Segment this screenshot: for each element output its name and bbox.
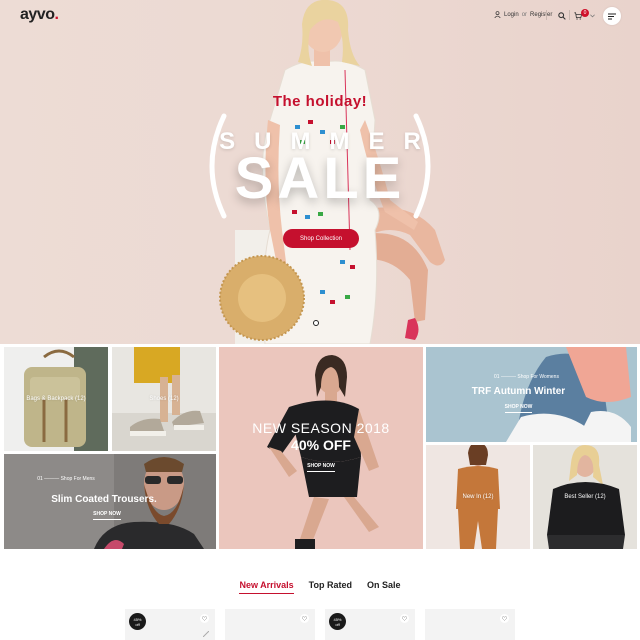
banner-eyebrow: 01 ——— Shop For Womens [494,374,559,380]
banner-title: Slim Coated Trousers. [51,494,157,505]
banner-label: Bags & Backpack (12) [26,396,86,402]
chevron-down-icon[interactable] [590,14,595,18]
menu-icon [608,13,616,19]
search-button[interactable] [555,9,569,23]
wishlist-button[interactable] [500,614,509,623]
tab-new-arrivals[interactable]: New Arrivals [239,580,294,594]
user-icon [494,11,501,18]
banner-label: Shoes (12) [149,396,179,402]
shop-collection-button[interactable]: Shop Collection [283,229,359,248]
site-header: ayvo. Login or Register 0 [0,0,640,32]
banner-label: Best Seller (12) [564,494,606,500]
banner-subtitle: 40% OFF [291,437,351,453]
shop-now-link[interactable]: SHOP NOW [4,511,213,520]
hero-slider: ayvo. Login or Register 0 The holiday! S… [0,0,640,344]
compare-icon[interactable] [203,631,209,637]
banner-eyebrow: 01 ——— Shop For Mens [37,476,95,482]
or-text: or [521,11,528,18]
product-card[interactable]: 45% off [125,609,215,640]
banner-new-season[interactable]: NEW SEASON 2018 40% OFF SHOP NOW [219,347,423,549]
menu-button[interactable] [603,7,621,25]
header-divider [569,10,570,20]
wishlist-button[interactable] [400,614,409,623]
cart-count-badge: 0 [581,9,589,17]
wishlist-button[interactable] [200,614,209,623]
login-link[interactable]: Login [504,12,519,18]
tab-top-rated[interactable]: Top Rated [309,580,352,594]
banner-title: NEW SEASON 2018 [252,420,390,436]
banner-best-seller[interactable]: Best Seller (12) [533,445,637,549]
slider-dot[interactable] [313,320,319,326]
shop-now-link[interactable]: SHOP NOW [219,463,423,472]
banner-title: TRF Autumn Winter [471,386,566,397]
banner-womens-trf[interactable]: 01 ——— Shop For Womens TRF Autumn Winter… [426,347,637,442]
shop-now-link[interactable]: SHOP NOW [426,404,624,413]
product-card[interactable] [425,609,515,640]
banner-mens-trousers[interactable]: 01 ——— Shop For Mens Slim Coated Trouser… [4,454,216,549]
page: ayvo. Login or Register 0 The holiday! S… [0,0,640,640]
site-logo[interactable]: ayvo. [20,6,59,24]
banner-shoes[interactable]: Shoes (12) [112,347,216,451]
search-icon [558,12,566,20]
hero-kicker: The holiday! [272,93,368,110]
discount-badge: 45% off [329,613,346,630]
banner-new-in[interactable]: New In (12) [426,445,530,549]
login-register-link[interactable]: Login or Register [494,11,552,18]
register-link[interactable]: Register [530,12,552,18]
discount-badge: 45% off [129,613,146,630]
hero-title-line2: SALE [234,146,406,211]
heart-icon [302,616,307,621]
header-divider [546,10,547,20]
heart-icon [502,616,507,621]
tab-on-sale[interactable]: On Sale [367,580,401,594]
banner-label: New In (12) [462,494,494,500]
product-card[interactable]: 45% off [325,609,415,640]
wishlist-button[interactable] [300,614,309,623]
product-tabs: New Arrivals Top Rated On Sale [0,580,640,594]
heart-icon [202,616,207,621]
product-card[interactable] [225,609,315,640]
heart-icon [402,616,407,621]
banner-bags-backpack[interactable]: Bags & Backpack (12) [4,347,108,451]
